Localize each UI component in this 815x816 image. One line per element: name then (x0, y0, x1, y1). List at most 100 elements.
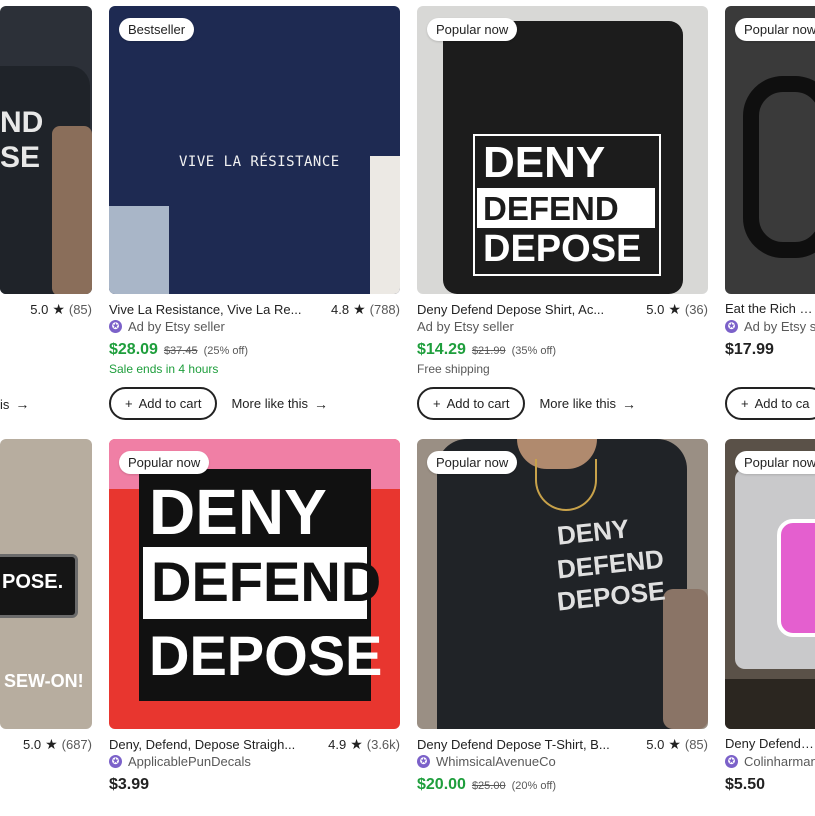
sticker-line: DEFEND (151, 550, 382, 613)
arrow-right-icon: → (622, 395, 637, 412)
listing-title[interactable]: Deny Defend Depose T-Shirt, B... (417, 737, 610, 752)
sticker-line: DEPOSE (149, 624, 383, 687)
price-row: $20.00 $25.00 (20% off) (417, 776, 556, 794)
shirt-print-line: SE (0, 141, 41, 174)
listing-title[interactable]: Deny, Defend, Depose Straigh... (109, 737, 295, 752)
rating: 5.0 ★ (85) (30, 301, 92, 317)
card-actions: + Add to cart More like this → (417, 387, 636, 420)
seller-line: ✪ WhimsicalAvenueCo (417, 754, 556, 769)
plus-icon: + (433, 396, 441, 411)
title-row: Deny Defend Depose Shirt, Ac... 5.0 ★ (3… (417, 301, 708, 318)
badge: Popular now (735, 451, 815, 474)
price-row: $5.50 (725, 776, 765, 794)
discount-percent: (25% off) (203, 345, 249, 357)
title-row: 5.0 ★ (687) (0, 736, 92, 753)
listing-title[interactable]: Deny Defend Depose Shirt, Ac... (417, 302, 604, 317)
listing-title[interactable]: Deny Defend De (725, 736, 815, 751)
shipping-note: Free shipping (417, 362, 490, 376)
star-icon: ★ (668, 301, 681, 317)
badge: Popular now (427, 18, 518, 41)
price: $5.50 (725, 776, 766, 793)
mug (743, 76, 815, 258)
shirt-print-line: ND (0, 106, 44, 139)
add-to-cart-button[interactable]: + Add to cart (417, 387, 526, 420)
seller-line: ✪ Ad by Etsy s (725, 319, 815, 334)
listing-image[interactable]: VIVE LA RÉSISTANCE Bestseller (109, 6, 400, 294)
shirt-print-line: VIVE LA RÉSISTANCE (179, 154, 340, 170)
star-icon: ★ (353, 301, 366, 317)
title-row: Deny, Defend, Depose Straigh... 4.9 ★ (3… (109, 736, 400, 753)
sale-price: $14.29 (417, 341, 466, 358)
rating: 5.0 ★ (36) (646, 301, 708, 317)
sale-note: Sale ends in 4 hours (109, 362, 219, 376)
price-row: $17.99 (725, 341, 774, 359)
plus-icon: + (125, 396, 133, 411)
title-row: Deny Defend Depose T-Shirt, B... 5.0 ★ (… (417, 736, 708, 753)
rating: 5.0 ★ (85) (646, 736, 708, 752)
badge: Popular now (119, 451, 210, 474)
listing-image[interactable]: POSE. SEW-ON! (0, 439, 92, 729)
star-seller-icon: ✪ (725, 755, 738, 768)
more-like-this-link[interactable]: More like this → (231, 396, 328, 412)
listing-image[interactable]: Popular now (725, 6, 815, 294)
patch-text: POSE. (2, 571, 64, 593)
add-to-cart-button[interactable]: + Add to cart (109, 387, 218, 420)
sticker (777, 519, 815, 637)
arrow-right-icon: → (314, 395, 329, 412)
price: $3.99 (109, 776, 150, 793)
badge: Popular now (735, 18, 815, 41)
listing-image[interactable]: DENY DEFEND DEPOSE Popular now (417, 6, 708, 294)
sale-price: $20.00 (417, 776, 466, 793)
listing-card[interactable]: Popular now Eat the Rich Co ✪ Ad by Etsy… (725, 0, 815, 425)
review-count: (85) (684, 737, 708, 752)
title-row: Eat the Rich Co (725, 301, 815, 316)
listing-image[interactable]: DENY DEFEND DEPOSE Popular now (417, 439, 708, 729)
review-count: (788) (369, 302, 400, 317)
shirt-print-line: DENY (483, 138, 606, 187)
review-count: (3.6k) (366, 737, 400, 752)
discount-percent: (35% off) (511, 345, 557, 357)
card-actions: + Add to cart More like this → (109, 387, 328, 420)
listing-card[interactable]: Popular now Deny Defend De ✪ Colinharman… (725, 439, 815, 799)
add-to-cart-button[interactable]: + Add to ca (725, 387, 815, 420)
listing-image[interactable]: ND SE (0, 6, 92, 294)
price: $17.99 (725, 341, 774, 358)
listing-card[interactable]: DENY DEFEND DEPOSE Popular now Deny Defe… (417, 0, 708, 425)
listing-image[interactable]: DENY DEFEND DEPOSE Popular now (109, 439, 400, 729)
title-row: Deny Defend De (725, 736, 815, 751)
arrow-right-icon: → (15, 396, 30, 412)
sale-price: $28.09 (109, 341, 158, 358)
more-like-this-link[interactable]: More like this → (539, 396, 636, 412)
discount-percent: (20% off) (511, 780, 557, 792)
listing-card[interactable]: DENY DEFEND DEPOSE Popular now Deny Defe… (417, 439, 708, 799)
listing-card[interactable]: POSE. SEW-ON! 5.0 ★ (687) (0, 439, 92, 799)
rating: 5.0 ★ (687) (23, 736, 92, 752)
rating: 4.9 ★ (3.6k) (328, 736, 400, 752)
review-count: (687) (61, 737, 92, 752)
listing-image[interactable]: Popular now (725, 439, 815, 729)
shirt-print-line: DEPOSE (483, 228, 642, 270)
shirt-print-line: DEFEND (483, 190, 619, 227)
review-count: (85) (68, 302, 92, 317)
star-seller-icon: ✪ (109, 755, 122, 768)
star-icon: ★ (350, 736, 363, 752)
badge: Bestseller (119, 18, 195, 41)
star-seller-icon: ✪ (725, 320, 738, 333)
listing-card[interactable]: DENY DEFEND DEPOSE Popular now Deny, Def… (109, 439, 400, 799)
listing-title[interactable]: Vive La Resistance, Vive La Re... (109, 302, 301, 317)
seller-line: ✪ Ad by Etsy seller (109, 319, 225, 334)
price-row: $3.99 (109, 776, 149, 794)
listing-title[interactable]: Eat the Rich Co (725, 301, 815, 316)
listing-card[interactable]: VIVE LA RÉSISTANCE Bestseller Vive La Re… (109, 0, 400, 425)
title-row: 5.0 ★ (85) (0, 301, 92, 318)
star-icon: ★ (52, 301, 65, 317)
seller-line: ✪ ApplicablePunDecals (109, 754, 251, 769)
more-like-this-link[interactable]: is → (0, 396, 29, 412)
title-row: Vive La Resistance, Vive La Re... 4.8 ★ … (109, 301, 400, 318)
original-price: $37.45 (163, 345, 198, 357)
star-icon: ★ (45, 736, 58, 752)
plus-icon: + (741, 396, 749, 411)
original-price: $21.99 (471, 345, 506, 357)
listing-card[interactable]: ND SE 5.0 ★ (85) is → (0, 0, 92, 420)
original-price: $25.00 (471, 780, 506, 792)
